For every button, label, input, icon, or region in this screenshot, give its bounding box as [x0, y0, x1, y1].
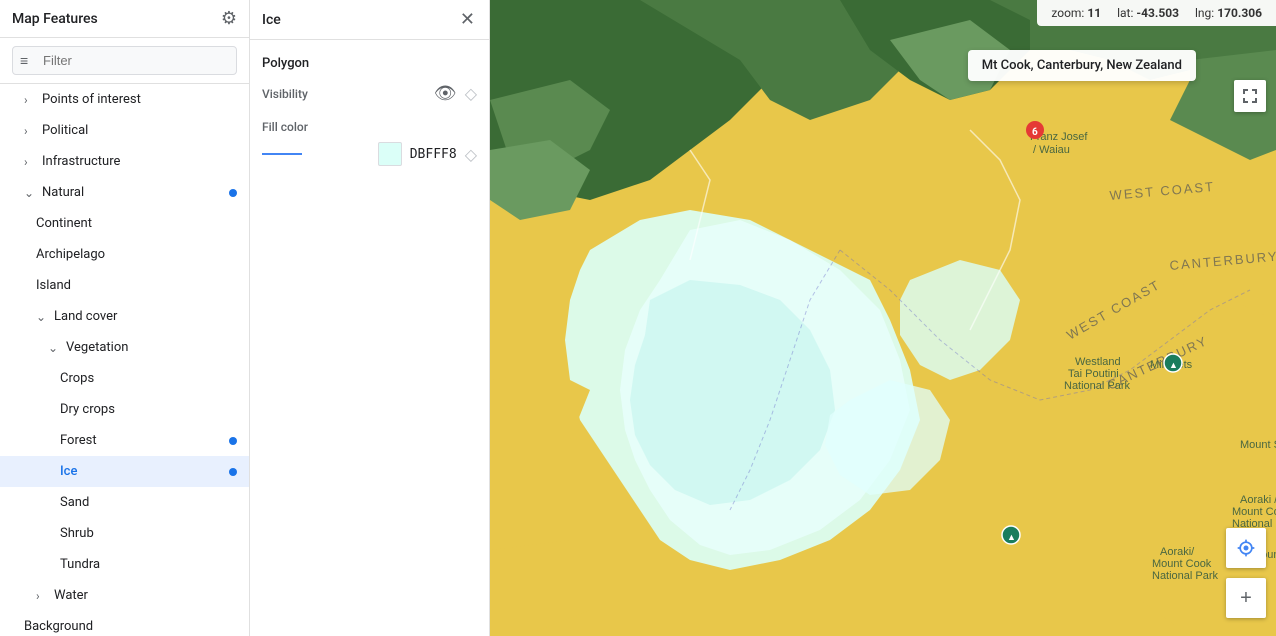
diamond-icon-2[interactable]: ◇ — [465, 145, 477, 164]
svg-text:6: 6 — [1032, 127, 1038, 138]
visibility-row: Visibility 👁 ◇ — [262, 83, 477, 104]
sidebar-item-label: Natural — [42, 185, 84, 200]
chevron-down-icon: ⌄ — [24, 186, 36, 200]
sidebar-item-land-cover[interactable]: ⌄ Land cover — [0, 301, 249, 332]
chevron-right-icon: › — [36, 589, 48, 603]
sidebar-item-political[interactable]: › Political — [0, 115, 249, 146]
sidebar-item-water[interactable]: › Water — [0, 580, 249, 611]
fill-line — [262, 153, 302, 155]
sidebar-item-label: Points of interest — [42, 92, 141, 107]
detail-section-title: Polygon — [262, 56, 477, 71]
sidebar-item-label: Continent — [36, 216, 92, 231]
svg-text:/ Waiau: / Waiau — [1033, 144, 1070, 156]
detail-panel: Ice ✕ Polygon Visibility 👁 ◇ Fill color … — [250, 0, 490, 636]
diamond-icon[interactable]: ◇ — [465, 84, 477, 103]
filter-wrap: ≡ — [12, 46, 237, 75]
fill-color-row: DBFFF8 ◇ — [262, 142, 477, 166]
active-dot — [229, 189, 237, 197]
svg-text:Tai Poutini: Tai Poutini — [1068, 368, 1119, 380]
svg-text:▲: ▲ — [1007, 533, 1016, 543]
svg-text:National Park: National Park — [1152, 570, 1219, 582]
sidebar-title: Map Features — [12, 11, 98, 27]
active-dot — [229, 437, 237, 445]
sidebar-item-label: Tundra — [60, 557, 100, 572]
sidebar-item-label: Forest — [60, 433, 97, 448]
sidebar-item-label: Vegetation — [66, 340, 128, 355]
plus-icon: + — [1240, 587, 1252, 610]
lat-label: lat: -43.503 — [1117, 6, 1179, 20]
sidebar-item-dry-crops[interactable]: Dry crops — [0, 394, 249, 425]
sidebar-item-label: Dry crops — [60, 402, 115, 417]
location-label-box: Mt Cook, Canterbury, New Zealand — [968, 50, 1196, 81]
svg-text:Mount Cook: Mount Cook — [1152, 558, 1212, 570]
active-dot — [229, 468, 237, 476]
sidebar-header: Map Features ⚙ — [0, 0, 249, 38]
sidebar-item-shrub[interactable]: Shrub — [0, 518, 249, 549]
sidebar-item-continent[interactable]: Continent — [0, 208, 249, 239]
fill-color-section: Fill color DBFFF8 ◇ — [262, 120, 477, 166]
sidebar-item-label: Ice — [60, 464, 77, 479]
detail-body: Polygon Visibility 👁 ◇ Fill color DBFFF8… — [250, 40, 489, 182]
location-label: Mt Cook, Canterbury, New Zealand — [982, 58, 1182, 73]
eye-icon[interactable]: 👁 — [434, 83, 457, 104]
sidebar-item-label: Archipelago — [36, 247, 105, 262]
color-swatch[interactable] — [378, 142, 402, 166]
sidebar-item-label: Sand — [60, 495, 89, 510]
detail-header: Ice ✕ — [250, 0, 489, 40]
zoom-label: zoom: 11 — [1051, 6, 1101, 20]
sidebar-item-background[interactable]: Background — [0, 611, 249, 636]
svg-text:Mount Cook: Mount Cook — [1232, 506, 1276, 518]
sidebar-item-label: Crops — [60, 371, 94, 386]
gear-icon[interactable]: ⚙ — [221, 8, 237, 29]
lng-label: lng: 170.306 — [1195, 6, 1262, 20]
detail-title: Ice — [262, 12, 281, 28]
sidebar-item-points-of-interest[interactable]: › Points of interest — [0, 84, 249, 115]
sidebar-filter-section: ≡ — [0, 38, 249, 84]
sidebar-item-label: Background — [24, 619, 93, 634]
zoom-plus-button[interactable]: + — [1226, 578, 1266, 618]
sidebar-item-archipelago[interactable]: Archipelago — [0, 239, 249, 270]
sidebar-item-label: Island — [36, 278, 71, 293]
sidebar-item-label: Land cover — [54, 309, 117, 324]
sidebar-item-label: Water — [54, 588, 88, 603]
chevron-down-icon: ⌄ — [36, 310, 48, 324]
sidebar-item-natural[interactable]: ⌄ Natural — [0, 177, 249, 208]
svg-text:▲: ▲ — [1169, 361, 1178, 371]
filter-input[interactable] — [12, 46, 237, 75]
svg-text:Westland: Westland — [1075, 356, 1121, 368]
location-button[interactable] — [1226, 528, 1266, 568]
sidebar: Map Features ⚙ ≡ › Points of interest › … — [0, 0, 250, 636]
svg-text:Mount Sibbald: Mount Sibbald — [1240, 439, 1276, 451]
chevron-down-icon: ⌄ — [48, 341, 60, 355]
svg-text:Aoraki/: Aoraki/ — [1160, 546, 1195, 558]
svg-text:National Park: National Park — [1064, 380, 1131, 392]
close-button[interactable]: ✕ — [458, 9, 477, 31]
map-area[interactable]: zoom: 11 lat: -43.503 lng: 170.306 Mt Co… — [490, 0, 1276, 636]
sidebar-item-vegetation[interactable]: ⌄ Vegetation — [0, 332, 249, 363]
svg-text:Aoraki /: Aoraki / — [1240, 494, 1276, 506]
sidebar-item-ice[interactable]: Ice — [0, 456, 249, 487]
visibility-controls: 👁 ◇ — [434, 83, 477, 104]
fill-color-display — [262, 153, 310, 155]
chevron-right-icon: › — [24, 124, 36, 138]
map-coordinates-bar: zoom: 11 lat: -43.503 lng: 170.306 — [1037, 0, 1276, 26]
sidebar-item-tundra[interactable]: Tundra — [0, 549, 249, 580]
fullscreen-button[interactable] — [1234, 80, 1266, 112]
sidebar-item-crops[interactable]: Crops — [0, 363, 249, 394]
map-svg: WEST COAST CANTERBURY WEST COAST CANTERB… — [490, 0, 1276, 636]
sidebar-item-label: Shrub — [60, 526, 94, 541]
sidebar-item-label: Political — [42, 123, 88, 138]
sidebar-item-infrastructure[interactable]: › Infrastructure — [0, 146, 249, 177]
sidebar-item-island[interactable]: Island — [0, 270, 249, 301]
fill-color-value-row: DBFFF8 ◇ — [378, 142, 477, 166]
sidebar-item-forest[interactable]: Forest — [0, 425, 249, 456]
chevron-right-icon: › — [24, 93, 36, 107]
chevron-right-icon: › — [24, 155, 36, 169]
color-value: DBFFF8 — [410, 147, 457, 162]
sidebar-item-sand[interactable]: Sand — [0, 487, 249, 518]
filter-icon: ≡ — [20, 52, 28, 69]
sidebar-item-label: Infrastructure — [42, 154, 120, 169]
visibility-label: Visibility — [262, 87, 308, 101]
fill-color-label: Fill color — [262, 120, 477, 134]
